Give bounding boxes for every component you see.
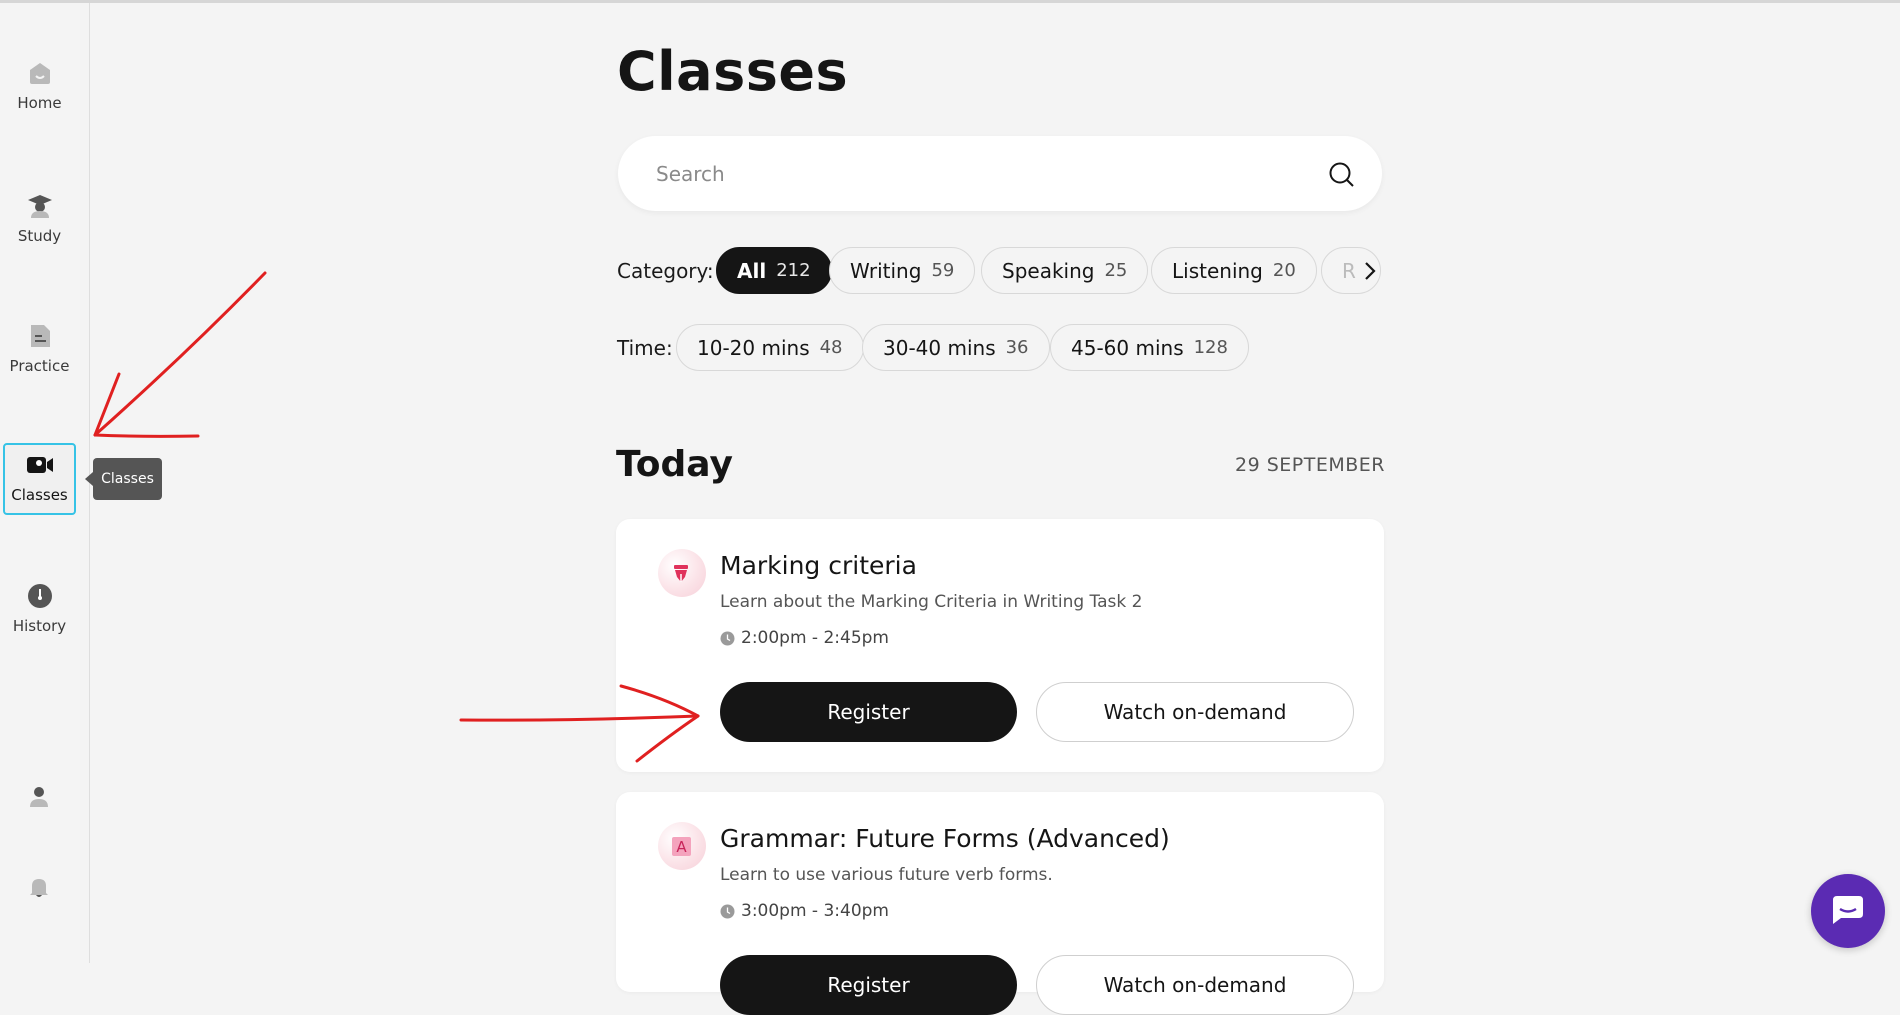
clock-icon bbox=[27, 584, 52, 608]
sidebar-item-home[interactable]: Home bbox=[3, 51, 76, 123]
class-description: Learn to use various future verb forms. bbox=[720, 865, 1053, 885]
sidebar: Home Study Practice Classes History bbox=[0, 3, 90, 963]
class-title: Grammar: Future Forms (Advanced) bbox=[720, 824, 1170, 853]
chip-count: 20 bbox=[1272, 260, 1296, 281]
chip-count: 25 bbox=[1104, 260, 1128, 281]
watch-on-demand-button[interactable]: Watch on-demand bbox=[1036, 682, 1354, 742]
svg-text:A: A bbox=[676, 838, 687, 856]
pen-nib-icon bbox=[674, 565, 688, 582]
time-chip-10-20[interactable]: 10-20 mins 48 bbox=[676, 324, 864, 371]
sidebar-item-label: Classes bbox=[11, 486, 68, 504]
time-chip-30-40[interactable]: 30-40 mins 36 bbox=[862, 324, 1050, 371]
register-button[interactable]: Register bbox=[720, 682, 1017, 742]
category-chip-all[interactable]: All 212 bbox=[716, 247, 832, 294]
search-icon[interactable] bbox=[1328, 161, 1354, 187]
classes-tooltip: Classes bbox=[85, 458, 162, 500]
clock-icon bbox=[720, 631, 735, 645]
chat-launcher-button[interactable] bbox=[1811, 874, 1885, 948]
profile-icon[interactable] bbox=[27, 785, 51, 809]
search-input[interactable] bbox=[654, 156, 1298, 192]
watch-on-demand-button[interactable]: Watch on-demand bbox=[1036, 955, 1354, 1015]
document-icon bbox=[30, 325, 50, 347]
time-chip-45-60[interactable]: 45-60 mins 128 bbox=[1050, 324, 1249, 371]
category-filter-label: Category: bbox=[617, 259, 714, 283]
sidebar-item-label: Practice bbox=[9, 357, 70, 375]
home-icon bbox=[29, 63, 50, 84]
chip-label: R bbox=[1342, 258, 1356, 283]
class-time: 2:00pm - 2:45pm bbox=[720, 628, 889, 648]
top-border bbox=[0, 0, 1900, 3]
chip-count: 59 bbox=[931, 260, 955, 281]
chip-label: Writing bbox=[850, 258, 922, 283]
sidebar-item-label: History bbox=[12, 617, 67, 635]
video-camera-icon bbox=[26, 457, 53, 473]
sidebar-item-history[interactable]: History bbox=[3, 574, 76, 646]
time-filter-label: Time: bbox=[617, 336, 673, 360]
sidebar-item-practice[interactable]: Practice bbox=[3, 314, 76, 386]
category-chip-writing[interactable]: Writing 59 bbox=[829, 247, 976, 294]
section-title-today: Today bbox=[616, 444, 733, 485]
sidebar-item-study[interactable]: Study bbox=[3, 184, 76, 256]
sidebar-item-classes[interactable]: Classes bbox=[3, 443, 76, 515]
class-time-text: 3:00pm - 3:40pm bbox=[741, 901, 889, 921]
class-description: Learn about the Marking Criteria in Writ… bbox=[720, 592, 1143, 612]
class-card: Marking criteria Learn about the Marking… bbox=[616, 519, 1384, 772]
annotation-arrowhead-diagonal bbox=[93, 372, 200, 438]
chip-label: 30-40 mins bbox=[883, 335, 996, 360]
category-chip-speaking[interactable]: Speaking 25 bbox=[981, 247, 1149, 294]
register-button[interactable]: Register bbox=[720, 955, 1017, 1015]
class-time: 3:00pm - 3:40pm bbox=[720, 901, 889, 921]
chip-label: 10-20 mins bbox=[697, 335, 810, 360]
class-icon-badge bbox=[658, 549, 706, 597]
section-date: 29 SEPTEMBER bbox=[1235, 454, 1385, 476]
search-bar bbox=[618, 136, 1382, 211]
class-time-text: 2:00pm - 2:45pm bbox=[741, 628, 889, 648]
chip-label: 45-60 mins bbox=[1071, 335, 1184, 360]
category-chip-listening[interactable]: Listening 20 bbox=[1151, 247, 1317, 294]
chevron-right-icon[interactable] bbox=[1362, 258, 1378, 284]
chip-count: 212 bbox=[776, 260, 811, 281]
chip-count: 36 bbox=[1005, 337, 1029, 358]
class-card: A Grammar: Future Forms (Advanced) Learn… bbox=[616, 792, 1384, 1015]
chat-icon bbox=[1833, 896, 1863, 924]
class-title: Marking criteria bbox=[720, 551, 917, 580]
chip-count: 48 bbox=[819, 337, 843, 358]
page-title: Classes bbox=[617, 40, 849, 103]
chip-count: 128 bbox=[1193, 337, 1228, 358]
chip-label: Listening bbox=[1172, 258, 1263, 283]
bell-icon[interactable] bbox=[27, 875, 51, 899]
sidebar-item-label: Study bbox=[17, 227, 62, 245]
clock-icon bbox=[720, 904, 735, 918]
class-icon-badge: A bbox=[658, 822, 706, 870]
sidebar-item-label: Home bbox=[17, 94, 62, 112]
chip-label: All bbox=[737, 258, 767, 283]
chip-label: Speaking bbox=[1002, 258, 1095, 283]
annotation-arrow-diagonal bbox=[93, 271, 267, 437]
graduation-cap-icon bbox=[27, 195, 52, 218]
letter-a-icon: A bbox=[672, 837, 691, 856]
